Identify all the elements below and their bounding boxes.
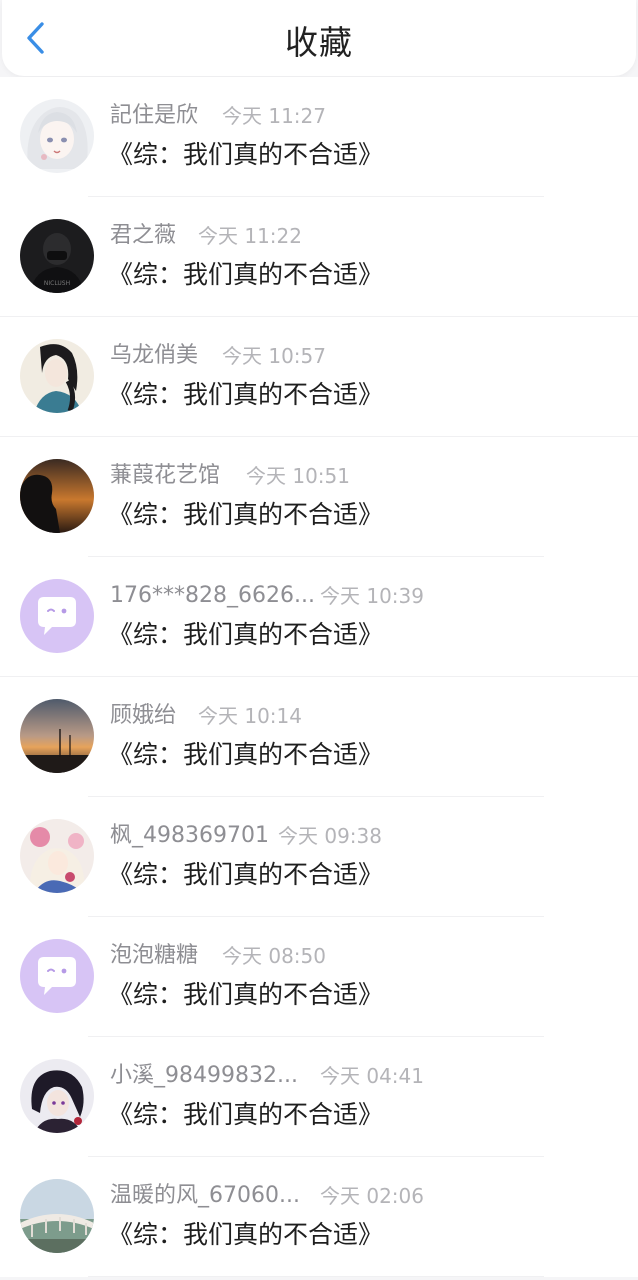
page-title: 收藏 — [285, 23, 353, 62]
avatar — [20, 339, 94, 413]
book-title: 《综：我们真的不合适》 — [108, 860, 384, 889]
avatar — [20, 939, 94, 1013]
timestamp: 今天 11:27 — [222, 104, 326, 128]
timestamp: 今天 10:57 — [222, 344, 326, 368]
timestamp: 今天 10:14 — [198, 704, 302, 728]
list-item[interactable]: 温暖的风_67060... 今天 02:06 《综：我们真的不合适》 — [0, 1157, 638, 1277]
timestamp: 今天 08:50 — [222, 944, 326, 968]
avatar — [20, 1179, 94, 1253]
avatar — [20, 699, 94, 773]
svg-text:NICLUSH: NICLUSH — [44, 280, 70, 287]
top-bar: 收藏 — [2, 0, 636, 76]
user-name: 蒹葭花艺馆 — [110, 463, 221, 488]
timestamp: 今天 10:39 — [320, 584, 424, 608]
user-name: 176***828_6626... — [110, 583, 315, 608]
favorites-list: 記住是欣 今天 11:27 《综：我们真的不合适》 NICLUSH 君之薇 今天… — [0, 77, 638, 1277]
book-title: 《综：我们真的不合适》 — [108, 1220, 384, 1249]
user-name: 温暖的风_67060... — [110, 1183, 300, 1208]
user-name: 枫_498369701 — [110, 823, 269, 848]
list-item[interactable]: 176***828_6626... 今天 10:39 《综：我们真的不合适》 — [0, 557, 638, 677]
book-title: 《综：我们真的不合适》 — [108, 140, 384, 169]
user-name: 小溪_98499832... — [110, 1063, 298, 1088]
book-title: 《综：我们真的不合适》 — [108, 1100, 384, 1129]
list-item[interactable]: NICLUSH 君之薇 今天 11:22 《综：我们真的不合适》 — [0, 197, 638, 317]
book-title: 《综：我们真的不合适》 — [108, 980, 384, 1009]
timestamp: 今天 11:22 — [198, 224, 302, 248]
user-name: 顾娥绐 — [110, 703, 177, 728]
avatar — [20, 579, 94, 653]
timestamp: 今天 04:41 — [320, 1064, 424, 1088]
avatar — [20, 459, 94, 533]
book-title: 《综：我们真的不合适》 — [108, 260, 384, 289]
list-item[interactable]: 記住是欣 今天 11:27 《综：我们真的不合适》 — [0, 77, 638, 197]
timestamp: 今天 02:06 — [320, 1184, 424, 1208]
list-item[interactable]: 小溪_98499832... 今天 04:41 《综：我们真的不合适》 — [0, 1037, 638, 1157]
avatar — [20, 1059, 94, 1133]
user-name: 乌龙俏美 — [110, 343, 199, 368]
timestamp: 今天 09:38 — [278, 824, 382, 848]
list-item[interactable]: 顾娥绐 今天 10:14 《综：我们真的不合适》 — [0, 677, 638, 797]
timestamp: 今天 10:51 — [246, 464, 350, 488]
book-title: 《综：我们真的不合适》 — [108, 380, 384, 409]
book-title: 《综：我们真的不合适》 — [108, 500, 384, 529]
user-name: 泡泡糖糖 — [110, 943, 199, 968]
avatar: NICLUSH — [20, 219, 94, 293]
list-item[interactable]: 乌龙俏美 今天 10:57 《综：我们真的不合适》 — [0, 317, 638, 437]
list-item[interactable]: 泡泡糖糖 今天 08:50 《综：我们真的不合适》 — [0, 917, 638, 1037]
user-name: 記住是欣 — [110, 103, 199, 128]
list-item[interactable]: 枫_498369701 今天 09:38 《综：我们真的不合适》 — [0, 797, 638, 917]
book-title: 《综：我们真的不合适》 — [108, 620, 384, 649]
avatar — [20, 819, 94, 893]
user-name: 君之薇 — [110, 223, 177, 248]
avatar — [20, 99, 94, 173]
list-item[interactable]: 蒹葭花艺馆 今天 10:51 《综：我们真的不合适》 — [0, 437, 638, 557]
book-title: 《综：我们真的不合适》 — [108, 740, 384, 769]
